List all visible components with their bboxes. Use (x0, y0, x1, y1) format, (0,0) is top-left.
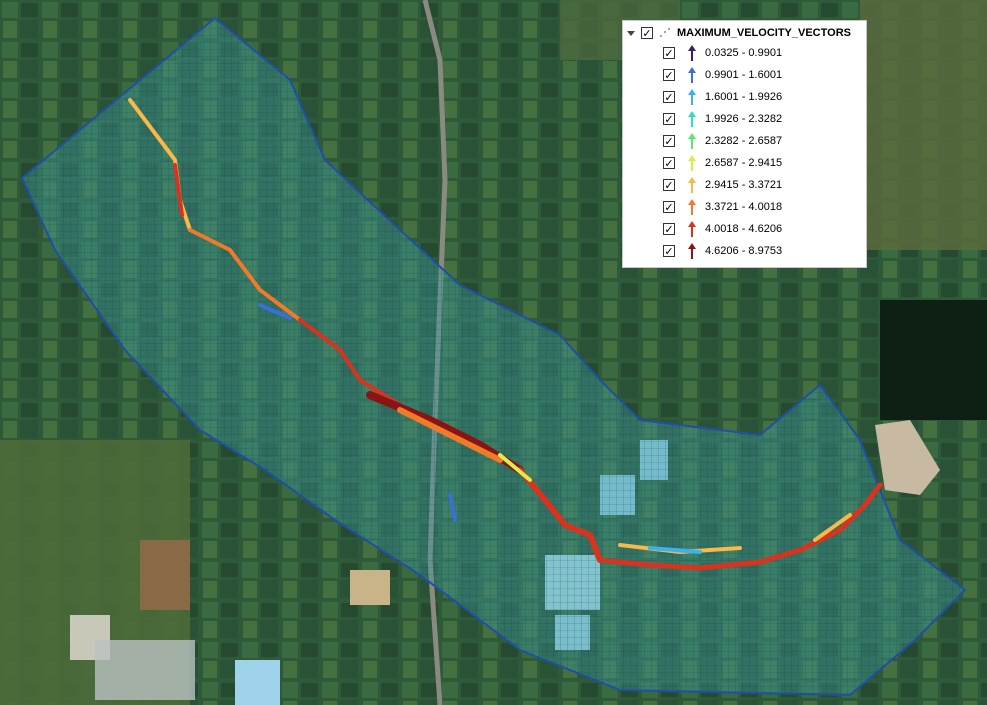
legend-item[interactable]: ✓ 2.3282 - 2.6587 (663, 131, 782, 151)
legend-item[interactable]: ✓ 0.0325 - 0.9901 (663, 43, 782, 63)
check-icon: ✓ (664, 222, 674, 236)
class-checkbox[interactable]: ✓ (663, 245, 675, 257)
class-checkbox[interactable]: ✓ (663, 135, 675, 147)
class-label: 3.3721 - 4.0018 (705, 201, 783, 213)
check-icon: ✓ (664, 46, 674, 60)
greenhouse-5 (235, 660, 280, 705)
check-icon: ✓ (664, 200, 674, 214)
class-label: 2.9415 - 3.3721 (705, 179, 783, 191)
class-checkbox[interactable]: ✓ (663, 69, 675, 81)
point-layer-icon (659, 27, 671, 39)
collapse-arrow-icon[interactable] (627, 30, 635, 36)
check-icon: ✓ (664, 156, 674, 170)
arrow-icon (688, 177, 696, 193)
arrow-icon (688, 111, 696, 127)
check-icon: ✓ (664, 178, 674, 192)
legend-panel: ✓ MAXIMUM_VELOCITY_VECTORS ✓ 0.0325 - 0.… (622, 20, 867, 268)
arrow-icon (688, 133, 696, 149)
brown-field (140, 540, 190, 610)
class-checkbox[interactable]: ✓ (663, 91, 675, 103)
hills-region (860, 0, 987, 250)
class-label: 4.6206 - 8.9753 (705, 245, 783, 257)
light-field-2 (350, 570, 390, 605)
class-checkbox[interactable]: ✓ (663, 157, 675, 169)
check-icon: ✓ (664, 244, 674, 258)
class-label: 2.6587 - 2.9415 (705, 157, 783, 169)
check-icon: ✓ (664, 68, 674, 82)
legend-item[interactable]: ✓ 2.9415 - 3.3721 (663, 175, 782, 195)
class-checkbox[interactable]: ✓ (663, 223, 675, 235)
arrow-icon (688, 45, 696, 61)
class-label: 1.9926 - 2.3282 (705, 113, 783, 125)
check-icon: ✓ (664, 90, 674, 104)
arrow-icon (688, 199, 696, 215)
arrow-icon (688, 89, 696, 105)
check-icon: ✓ (664, 134, 674, 148)
class-checkbox[interactable]: ✓ (663, 179, 675, 191)
arrow-icon (688, 155, 696, 171)
class-label: 0.9901 - 1.6001 (705, 69, 783, 81)
class-label: 2.3282 - 2.6587 (705, 135, 783, 147)
class-checkbox[interactable]: ✓ (663, 113, 675, 125)
arrow-icon (688, 243, 696, 259)
class-label: 0.0325 - 0.9901 (705, 47, 783, 59)
dark-forest (880, 300, 987, 420)
legend-item[interactable]: ✓ 2.6587 - 2.9415 (663, 153, 782, 173)
legend-item[interactable]: ✓ 0.9901 - 1.6001 (663, 65, 782, 85)
arrow-icon (688, 221, 696, 237)
legend-item[interactable]: ✓ 3.3721 - 4.0018 (663, 197, 782, 217)
class-checkbox[interactable]: ✓ (663, 47, 675, 59)
arrow-icon (688, 67, 696, 83)
legend-item[interactable]: ✓ 1.9926 - 2.3282 (663, 109, 782, 129)
legend-item[interactable]: ✓ 4.0018 - 4.6206 (663, 219, 782, 239)
greenhouse-6 (95, 640, 195, 700)
class-label: 4.0018 - 4.6206 (705, 223, 783, 235)
legend-item[interactable]: ✓ 1.6001 - 1.9926 (663, 87, 782, 107)
layer-title: MAXIMUM_VELOCITY_VECTORS (677, 27, 851, 39)
check-icon: ✓ (664, 112, 674, 126)
check-icon: ✓ (642, 26, 652, 40)
legend-item[interactable]: ✓ 4.6206 - 8.9753 (663, 241, 782, 261)
layer-checkbox[interactable]: ✓ (641, 27, 653, 39)
legend-layer-row[interactable]: ✓ MAXIMUM_VELOCITY_VECTORS (627, 23, 851, 43)
class-label: 1.6001 - 1.9926 (705, 91, 783, 103)
class-checkbox[interactable]: ✓ (663, 201, 675, 213)
